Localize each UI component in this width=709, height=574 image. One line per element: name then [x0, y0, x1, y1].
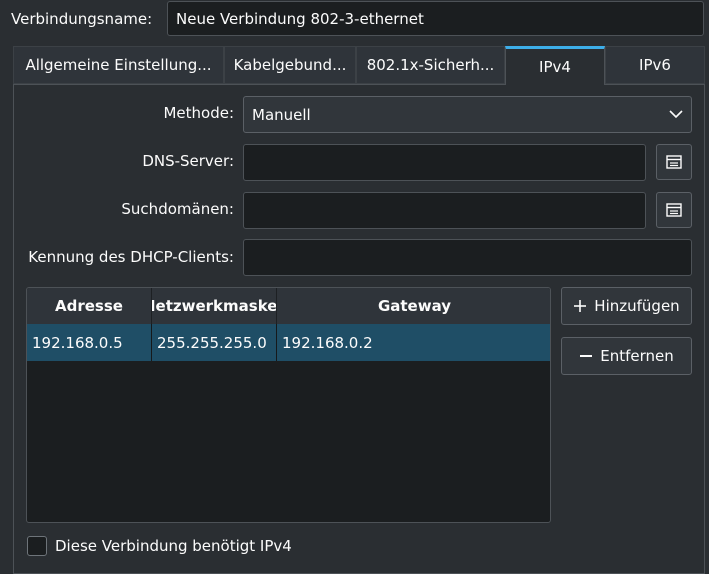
minus-icon: [580, 355, 593, 357]
tab-ipv6-label: IPv6: [639, 56, 671, 74]
table-cell-netmask[interactable]: 255.255.255.0: [152, 324, 277, 361]
connection-name-value: Neue Verbindung 802-3-ethernet: [176, 9, 424, 28]
column-header-netmask-label: Netzwerkmaske: [152, 297, 277, 315]
chevron-down-icon: [669, 110, 683, 119]
tab-general[interactable]: Allgemeine Einstellung...: [13, 46, 224, 84]
dhcp-client-id-label: Kennung des DHCP-Clients:: [28, 248, 234, 266]
method-value: Manuell: [252, 105, 311, 124]
tab-ipv4[interactable]: IPv4: [505, 46, 605, 85]
search-domains-edit-button[interactable]: [656, 192, 692, 228]
requires-ipv4-label: Diese Verbindung benötigt IPv4: [55, 537, 292, 555]
connection-name-input[interactable]: Neue Verbindung 802-3-ethernet: [167, 1, 704, 36]
tab-wired[interactable]: Kabelgebund...: [224, 46, 356, 84]
address-table[interactable]: Adresse Netzwerkmaske Gateway 192.168.0.…: [26, 287, 551, 523]
dns-label: DNS-Server:: [142, 152, 234, 170]
column-header-gateway-label: Gateway: [377, 297, 452, 315]
tab-general-label: Allgemeine Einstellung...: [25, 56, 212, 74]
add-address-label: Hinzufügen: [594, 297, 680, 315]
tab-ipv6[interactable]: IPv6: [605, 46, 705, 84]
remove-address-button[interactable]: Entfernen: [561, 337, 692, 375]
tab-8021x-label: 802.1x-Sicherh...: [366, 56, 495, 74]
table-row[interactable]: 192.168.0.5 255.255.255.0 192.168.0.2: [27, 324, 550, 361]
plus-icon: [574, 300, 587, 312]
search-domains-label: Suchdomänen:: [121, 200, 234, 218]
method-label: Methode:: [163, 104, 234, 122]
column-header-netmask[interactable]: Netzwerkmaske: [152, 288, 277, 324]
tab-ipv4-label: IPv4: [539, 58, 571, 76]
connection-name-label: Verbindungsname:: [11, 10, 153, 28]
list-edit-icon: [666, 155, 682, 169]
list-edit-icon: [666, 203, 682, 217]
method-select[interactable]: Manuell: [243, 96, 692, 133]
dns-input[interactable]: [243, 144, 646, 181]
requires-ipv4-checkbox[interactable]: [27, 536, 47, 556]
dhcp-client-id-input[interactable]: [243, 239, 692, 276]
column-header-address[interactable]: Adresse: [27, 288, 152, 324]
tab-8021x-security[interactable]: 802.1x-Sicherh...: [356, 46, 505, 84]
tab-wired-label: Kabelgebund...: [233, 56, 347, 74]
table-cell-gateway[interactable]: 192.168.0.2: [277, 324, 550, 361]
search-domains-input[interactable]: [243, 192, 646, 229]
column-header-address-label: Adresse: [55, 297, 123, 315]
table-cell-address[interactable]: 192.168.0.5: [27, 324, 152, 361]
add-address-button[interactable]: Hinzufügen: [561, 287, 692, 325]
remove-address-label: Entfernen: [600, 347, 674, 365]
column-header-gateway[interactable]: Gateway: [277, 288, 550, 324]
dns-edit-button[interactable]: [656, 144, 692, 180]
